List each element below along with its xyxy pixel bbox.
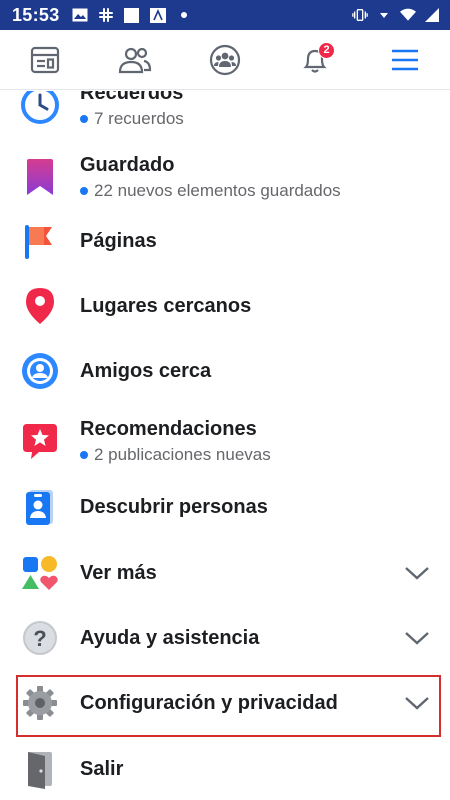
friends-icon (118, 47, 152, 73)
see-more-icon (18, 551, 62, 595)
menu-label: Recomendaciones (80, 417, 257, 440)
friends-nearby-icon (18, 349, 62, 393)
wifi-icon (400, 7, 416, 23)
nav-groups[interactable] (195, 32, 255, 88)
saved-bookmark-icon (18, 155, 62, 199)
menu-item-memories[interactable]: Recuerdos 7 recuerdos (18, 91, 442, 133)
data-arrow-icon (376, 7, 392, 23)
image-icon (72, 7, 88, 23)
nav-friends[interactable] (105, 32, 165, 88)
menu-label: Páginas (80, 230, 157, 252)
location-pin-icon (18, 284, 62, 328)
menu-label: Lugares cercanos (80, 295, 252, 317)
status-time: 15:53 (12, 4, 60, 25)
menu-item-nearby-places[interactable]: Lugares cercanos (18, 284, 442, 328)
menu-label: Salir (80, 758, 124, 780)
status-notification-icons (72, 7, 192, 23)
menu-icon (392, 49, 418, 70)
pages-flag-icon (18, 219, 62, 263)
font-icon (149, 7, 166, 23)
signal-icon (424, 7, 440, 23)
menu-item-help[interactable]: ? Ayuda y asistencia (18, 616, 442, 660)
menu-label: Amigos cerca (80, 360, 212, 382)
news-feed-icon (30, 46, 60, 73)
recommendations-icon (18, 419, 62, 463)
square-icon (124, 7, 140, 23)
logout-door-icon (18, 747, 62, 791)
status-bar: 15:53 (0, 0, 450, 30)
menu-label: Ver más (80, 562, 157, 584)
menu-label: Recuerdos (80, 91, 184, 104)
menu-label: Descubrir personas (80, 496, 268, 518)
menu-item-saved[interactable]: Guardado 22 nuevos elementos guardados (18, 149, 442, 205)
groups-icon (209, 44, 241, 75)
svg-text:?: ? (33, 626, 46, 651)
menu-list: Recuerdos 7 recuerdos Guardado 22 nuevos… (0, 91, 450, 800)
highlight-box (16, 675, 441, 737)
discover-people-icon (18, 485, 62, 529)
menu-label: Ayuda y asistencia (80, 627, 260, 649)
help-icon: ? (18, 616, 62, 660)
vibrate-icon (352, 7, 368, 23)
new-dot-icon (80, 114, 88, 123)
menu-sublabel: 7 recuerdos (80, 108, 184, 130)
menu-item-recommendations[interactable]: Recomendaciones 2 publicaciones nuevas (18, 413, 442, 469)
menu-item-discover-people[interactable]: Descubrir personas (18, 485, 442, 529)
slack-icon (98, 7, 114, 23)
chevron-down-icon[interactable] (404, 565, 430, 581)
menu-item-logout[interactable]: Salir (18, 747, 442, 791)
menu-item-pages[interactable]: Páginas (18, 219, 442, 263)
menu-label: Guardado (80, 153, 175, 176)
new-dot-icon (80, 450, 88, 459)
chevron-down-icon[interactable] (404, 630, 430, 646)
memories-clock-icon (18, 91, 62, 127)
notifications-badge: 2 (318, 41, 335, 59)
menu-item-friends-nearby[interactable]: Amigos cerca (18, 349, 442, 393)
menu-item-see-more[interactable]: Ver más (18, 551, 442, 595)
menu-sublabel: 2 publicaciones nuevas (80, 444, 271, 466)
nav-news-feed[interactable] (15, 32, 75, 88)
dot-icon (176, 7, 192, 23)
nav-notifications[interactable]: 2 (285, 32, 345, 88)
menu-sublabel: 22 nuevos elementos guardados (80, 180, 341, 202)
nav-menu[interactable] (375, 32, 435, 88)
status-system-icons (352, 7, 440, 23)
new-dot-icon (80, 186, 88, 195)
top-navigation: 2 (0, 30, 450, 90)
